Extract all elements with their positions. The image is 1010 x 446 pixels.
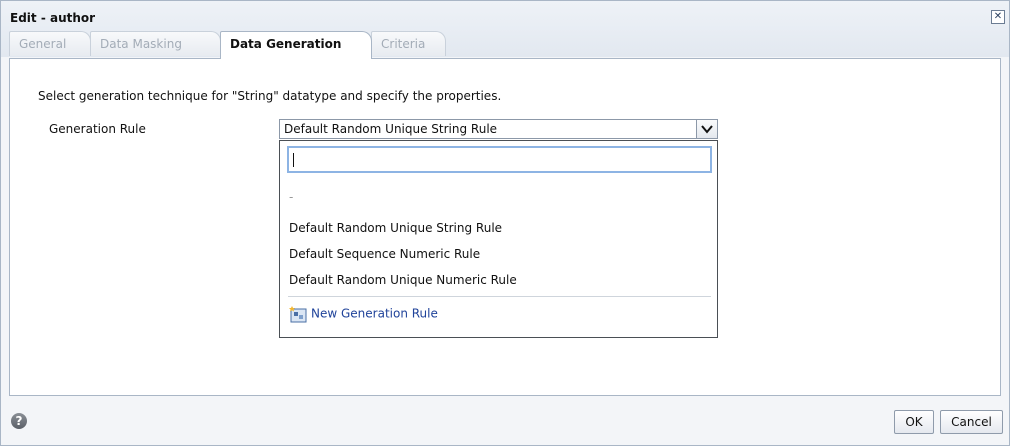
dropdown-option-random-unique-numeric[interactable]: Default Random Unique Numeric Rule [289, 273, 517, 287]
text-cursor [293, 153, 294, 167]
tab-data-generation[interactable]: Data Generation [220, 31, 372, 59]
tab-panel: Select generation technique for "String"… [9, 58, 1001, 396]
generation-rule-value: Default Random Unique String Rule [284, 122, 498, 136]
generation-rule-label: Generation Rule [49, 122, 146, 136]
tab-general[interactable]: General [9, 31, 91, 56]
close-icon[interactable]: ✕ [991, 10, 1005, 24]
dropdown-separator [288, 296, 711, 297]
dropdown-search-box[interactable] [287, 146, 712, 173]
dropdown-option-sequence-numeric[interactable]: Default Sequence Numeric Rule [289, 247, 480, 261]
chevron-down-icon[interactable] [696, 120, 717, 138]
dropdown-search-input[interactable] [289, 148, 710, 171]
generation-rule-select[interactable]: Default Random Unique String Rule [279, 119, 718, 139]
tab-data-masking[interactable]: Data Masking [90, 31, 221, 56]
dialog-title: Edit - author [10, 11, 96, 25]
dropdown-option-empty[interactable]: - [289, 190, 293, 204]
edit-dialog: Edit - author ✕ General Data Masking Dat… [0, 0, 1010, 446]
new-generation-rule-link[interactable]: New Generation Rule [289, 305, 438, 323]
new-generation-rule-label: New Generation Rule [311, 306, 438, 321]
instructions-text: Select generation technique for "String"… [38, 89, 502, 103]
ok-button[interactable]: OK [894, 410, 934, 434]
help-icon[interactable]: ? [11, 413, 27, 429]
tab-criteria[interactable]: Criteria [371, 31, 446, 56]
generation-rule-dropdown: - Default Random Unique String Rule Defa… [279, 140, 718, 338]
dropdown-option-random-unique-string[interactable]: Default Random Unique String Rule [289, 221, 502, 235]
cancel-button[interactable]: Cancel [940, 410, 1003, 434]
new-rule-icon [289, 305, 308, 323]
